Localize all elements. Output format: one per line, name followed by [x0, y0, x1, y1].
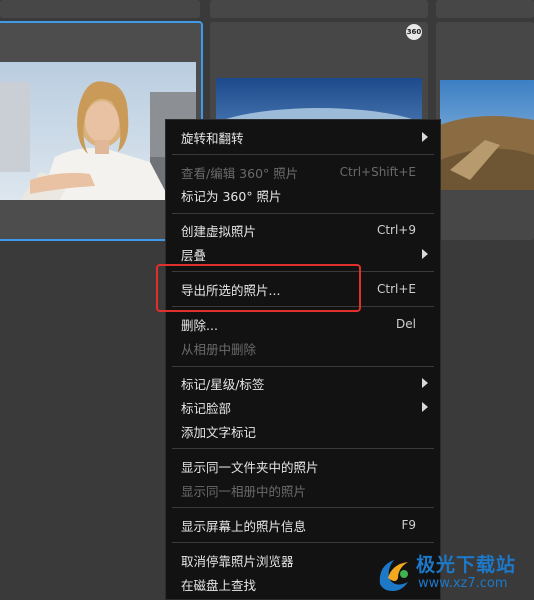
menu-item-rotate-flip[interactable]: 旋转和翻转: [181, 126, 430, 148]
watermark-name: 极光下载站: [416, 554, 517, 576]
menu-separator: [172, 366, 434, 367]
menu-item-label: 创建虚拟照片: [181, 223, 257, 239]
submenu-arrow-icon: [422, 132, 428, 142]
menu-item-label: 旋转和翻转: [181, 130, 244, 146]
menu-separator: [172, 154, 434, 155]
menu-item-add-text-tag[interactable]: 添加文字标记: [181, 420, 430, 442]
menu-item-shortcut: F9: [401, 518, 416, 532]
menu-item-label: 删除...: [181, 317, 218, 333]
watermark-logo-icon: [379, 560, 408, 591]
menu-item-label: 显示同一文件夹中的照片: [181, 459, 319, 475]
menu-separator: [172, 542, 434, 543]
menu-item-label: 层叠: [181, 247, 207, 263]
submenu-arrow-icon: [422, 249, 428, 259]
menu-item-show-photo-info[interactable]: 显示屏幕上的照片信息 F9: [181, 514, 430, 536]
submenu-arrow-icon: [422, 378, 428, 388]
menu-item-tag-rating-label[interactable]: 标记/星级/标签: [181, 372, 430, 394]
menu-item-shortcut: Del: [396, 317, 416, 331]
context-menu: 旋转和翻转 查看/编辑 360° 照片 Ctrl+Shift+E 标记为 360…: [165, 119, 441, 600]
menu-item-label: 添加文字标记: [181, 424, 257, 440]
menu-item-view-edit-360: 查看/编辑 360° 照片 Ctrl+Shift+E: [181, 161, 430, 183]
menu-item-mark-as-360[interactable]: 标记为 360° 照片: [181, 184, 430, 206]
menu-item-label: 标记为 360° 照片: [181, 188, 282, 204]
menu-item-show-same-folder[interactable]: 显示同一文件夹中的照片: [181, 455, 430, 477]
menu-item-stack[interactable]: 层叠: [181, 243, 430, 265]
menu-item-tag-faces[interactable]: 标记脸部: [181, 396, 430, 418]
menu-separator: [172, 448, 434, 449]
menu-item-delete[interactable]: 删除... Del: [181, 313, 430, 335]
menu-item-label: 显示同一相册中的照片: [181, 483, 307, 499]
thumbnail-tile-panorama-2[interactable]: [436, 22, 534, 240]
menu-item-label: 查看/编辑 360° 照片: [181, 165, 299, 181]
menu-item-shortcut: Ctrl+Shift+E: [339, 165, 416, 179]
menu-item-label: 标记/星级/标签: [181, 376, 265, 392]
menu-item-label: 从相册中删除: [181, 341, 257, 357]
panorama-photo-2: [440, 80, 534, 190]
menu-item-label: 标记脸部: [181, 400, 232, 416]
annotation-highlight-box: [156, 264, 361, 312]
watermark: 极光下载站 www.xz7.com: [372, 548, 532, 598]
menu-separator: [172, 213, 434, 214]
menu-item-show-same-album: 显示同一相册中的照片: [181, 479, 430, 501]
thumbnail-tile-top-2[interactable]: [210, 0, 428, 18]
menu-separator: [172, 507, 434, 508]
menu-item-label: 显示屏幕上的照片信息: [181, 518, 307, 534]
watermark-url: www.xz7.com: [418, 576, 508, 591]
badge-360-icon: 360: [406, 24, 422, 40]
menu-item-create-virtual-photo[interactable]: 创建虚拟照片 Ctrl+9: [181, 219, 430, 241]
menu-item-shortcut: Ctrl+E: [377, 282, 416, 296]
thumbnail-tile-top-3[interactable]: [436, 0, 534, 18]
thumbnail-tile-top-1[interactable]: [0, 0, 200, 18]
submenu-arrow-icon: [422, 402, 428, 412]
menu-item-shortcut: Ctrl+9: [376, 223, 416, 237]
menu-item-remove-from-album: 从相册中删除: [181, 337, 430, 359]
